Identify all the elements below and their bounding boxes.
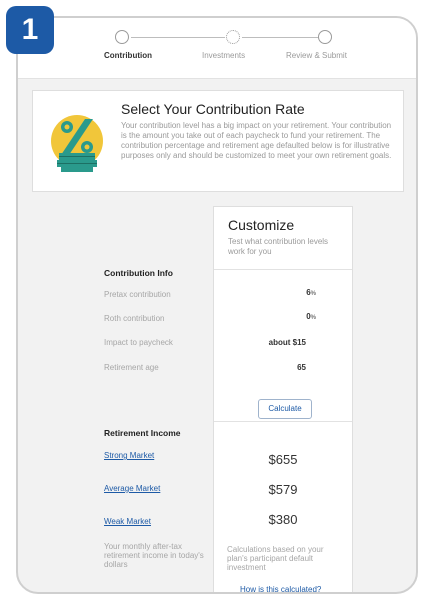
calculation-note: Calculations based on your plan's partic… [227,545,324,572]
card-divider [214,421,352,422]
roth-label: Roth contribution [104,314,165,323]
intro-title: Select Your Contribution Rate [121,101,305,117]
step-investments-icon[interactable] [226,30,240,44]
retirement-age-label: Retirement age [104,363,159,372]
strong-market-link[interactable]: Strong Market [104,451,154,460]
percent-money-icon [51,115,103,172]
average-market-link[interactable]: Average Market [104,484,160,493]
average-market-value: $579 [268,482,298,497]
contribution-info-heading: Contribution Info [104,268,173,278]
pretax-label: Pretax contribution [104,290,171,299]
retirement-age-input[interactable]: 65 [284,363,306,372]
strong-market-value: $655 [268,452,298,467]
roth-input[interactable]: 0% [288,312,316,321]
app-frame: Contribution Investments Review & Submit… [16,16,418,594]
step-contribution-icon[interactable] [115,30,129,44]
step-connector [131,37,225,38]
pretax-input[interactable]: 6% [288,288,316,297]
intro-text: Your contribution level has a big impact… [121,121,392,160]
step-number-badge: 1 [6,6,54,54]
weak-market-link[interactable]: Weak Market [104,517,151,526]
step-label-review: Review & Submit [286,51,347,60]
card-divider [214,269,352,270]
percent-unit: % [310,291,316,297]
progress-stepper: Contribution Investments Review & Submit [18,18,416,79]
intro-panel: Select Your Contribution Rate Your contr… [32,90,404,192]
step-connector [242,37,318,38]
calculate-button[interactable]: Calculate [258,399,312,419]
retirement-income-heading: Retirement Income [104,428,181,438]
step-label-investments: Investments [202,51,246,60]
step-label-contribution: Contribution [104,51,152,60]
step-review-icon[interactable] [318,30,332,44]
weak-market-value: $380 [268,512,298,527]
income-note: Your monthly after-tax retirement income… [104,542,204,569]
impact-label: Impact to paycheck [104,338,173,347]
percent-unit: % [310,315,316,321]
customize-title: Customize [228,217,295,233]
customize-subtitle: Test what contribution levels work for y… [228,237,329,256]
impact-value: about $15 [268,338,306,347]
how-calculated-link[interactable]: How is this calculated? [240,585,321,592]
